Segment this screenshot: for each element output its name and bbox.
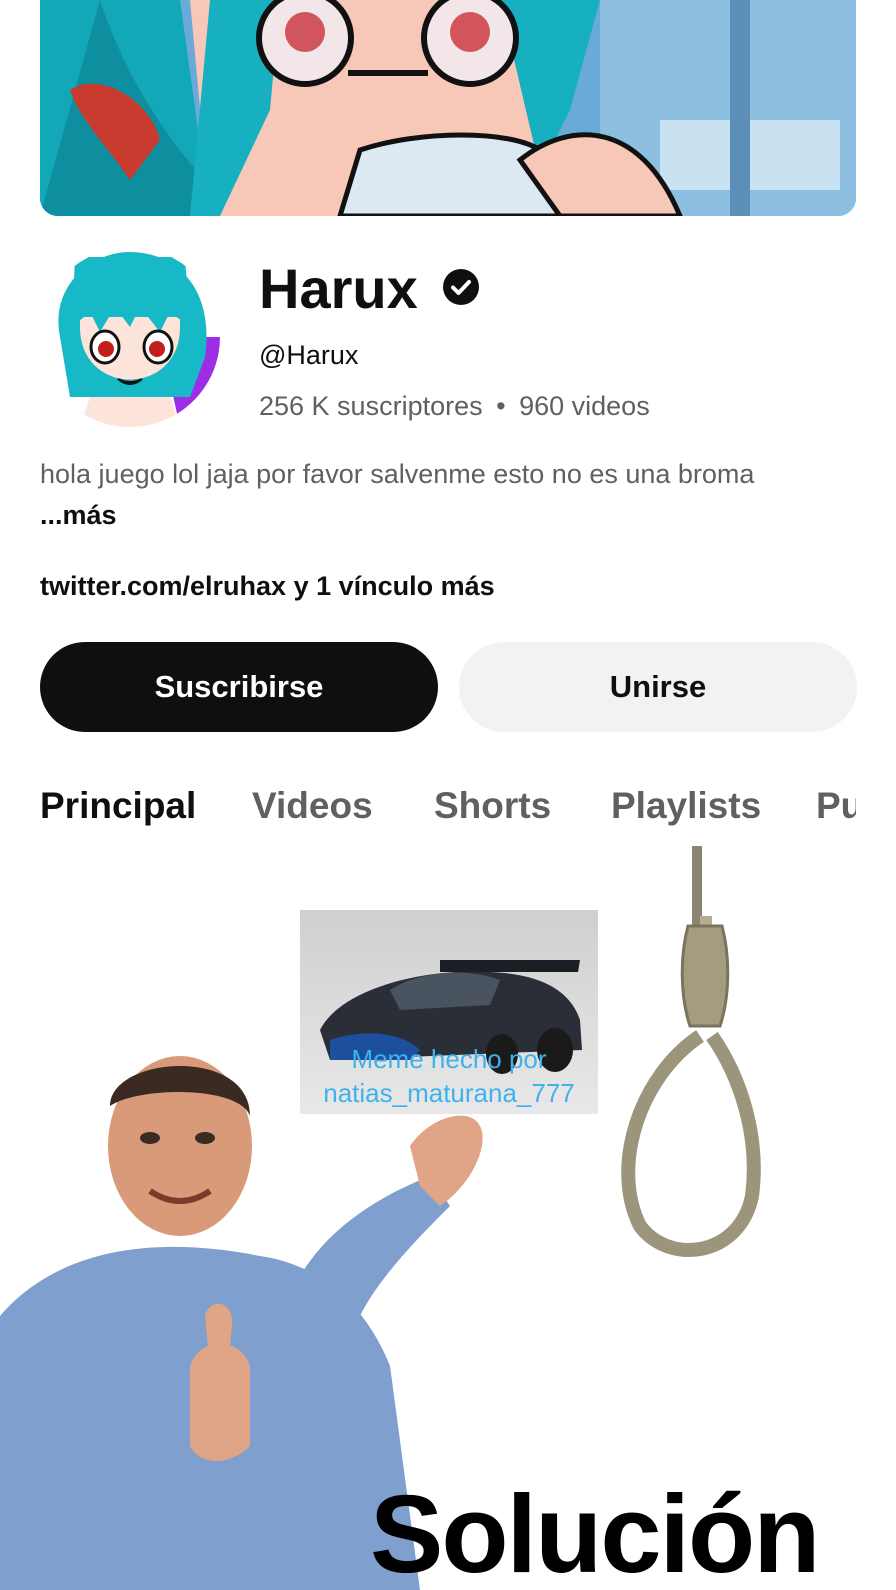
channel-avatar[interactable] [40, 247, 220, 427]
channel-handle: @Harux [259, 340, 359, 370]
tab-playlists[interactable]: Playlists [611, 785, 761, 827]
banner-art [40, 0, 856, 216]
video-count: 960 videos [519, 391, 650, 421]
channel-stats: 256 K suscriptores • 960 videos [259, 391, 650, 422]
channel-description[interactable]: hola juego lol jaja por favor salvenme e… [40, 459, 754, 490]
channel-banner [40, 0, 856, 216]
channel-links[interactable]: twitter.com/elruhax y 1 vínculo más [40, 571, 495, 602]
meme-caption-line2: natias_maturana_777 [323, 1078, 575, 1108]
channel-name: Harux [259, 257, 418, 320]
tab-partial[interactable]: Pu [816, 785, 856, 827]
meme-image: Meme hecho por natias_maturana_777 Soluc… [0, 846, 896, 1590]
tab-videos[interactable]: Videos [252, 785, 373, 827]
stats-separator: • [496, 391, 506, 421]
avatar-art [40, 247, 220, 427]
tab-shorts[interactable]: Shorts [434, 785, 551, 827]
meme-caption-line1: Meme hecho por [351, 1044, 547, 1074]
channel-tabs: Principal Videos Shorts Playlists Pu [40, 785, 856, 845]
subscriber-count: 256 K suscriptores [259, 391, 483, 421]
description-more-link[interactable]: ...más [40, 500, 117, 531]
subscribe-button[interactable]: Suscribirse [40, 642, 438, 732]
join-button[interactable]: Unirse [459, 642, 857, 732]
meme-solution-text: Solución [370, 1473, 820, 1590]
tab-principal[interactable]: Principal [40, 785, 196, 827]
verified-check-icon [443, 269, 479, 305]
meme-car-image: Meme hecho por natias_maturana_777 [300, 910, 598, 1114]
